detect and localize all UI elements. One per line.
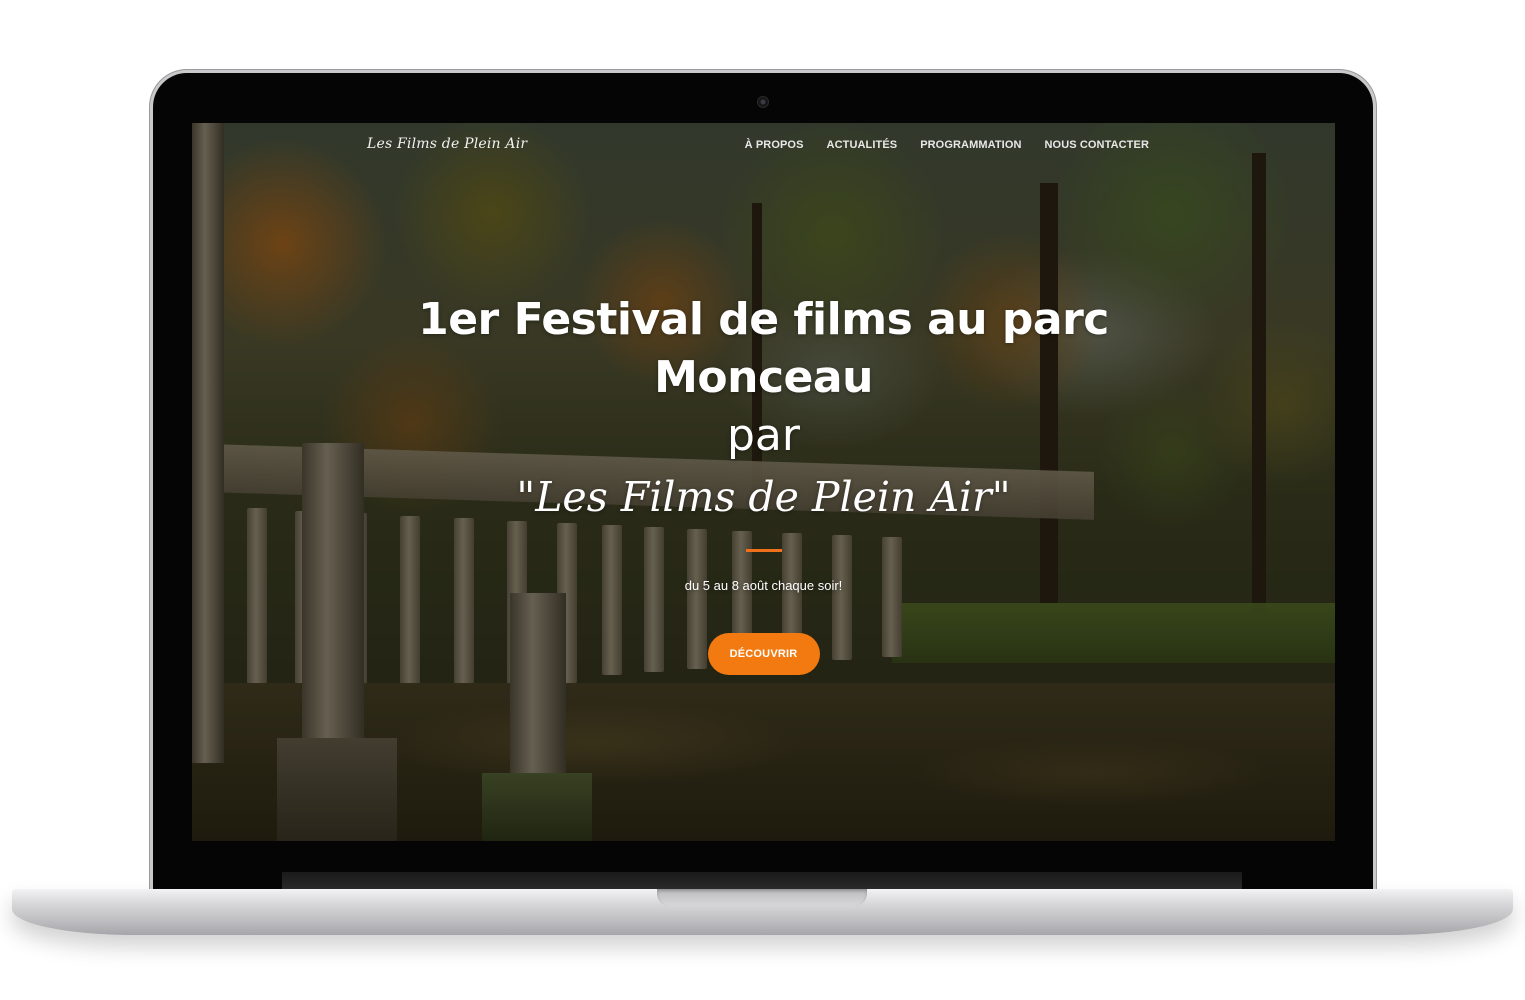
nav-link-a-propos[interactable]: À PROPOS [745, 139, 804, 151]
hero-title-line2: Monceau [654, 352, 873, 403]
hero-subtitle: du 5 au 8 août chaque soir! [684, 578, 843, 593]
hero-title-line1: 1er Festival de films au parc [418, 294, 1109, 345]
laptop-screen: Les Films de Plein Air À PROPOS ACTUALIT… [192, 123, 1335, 841]
laptop-notch [657, 889, 867, 907]
site-logo[interactable]: Les Films de Plein Air [367, 136, 527, 152]
hero-divider [745, 549, 782, 552]
webcam-icon [757, 96, 769, 108]
nav-link-nous-contacter[interactable]: NOUS CONTACTER [1045, 139, 1149, 151]
nav-link-actualites[interactable]: ACTUALITÉS [827, 139, 898, 151]
laptop-bezel [282, 872, 1242, 890]
main-nav: À PROPOS ACTUALITÉS PROGRAMMATION NOUS C… [745, 139, 1149, 151]
nav-link-programmation[interactable]: PROGRAMMATION [920, 139, 1021, 151]
hero-by-label: par [727, 410, 800, 461]
hero-organizer-name: "Les Films de Plein Air" [516, 473, 1011, 521]
hero-section: 1er Festival de films au parc Monceau pa… [192, 291, 1335, 675]
discover-button[interactable]: DÉCOUVRIR [707, 633, 820, 675]
